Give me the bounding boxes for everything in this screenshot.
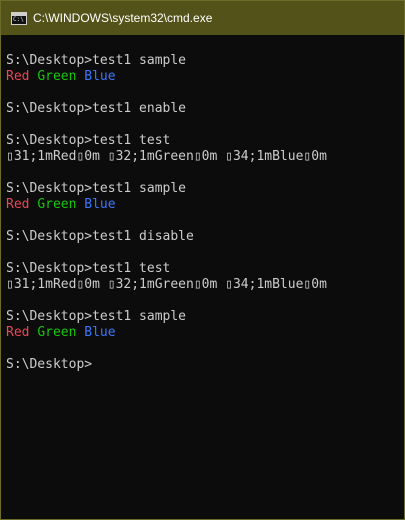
cmd-window: C:\ C:\WINDOWS\system32\cmd.exe S:\Deskt…: [0, 0, 405, 520]
console-colored-output-line: Red Green Blue: [6, 69, 403, 85]
color-word-red: Red: [6, 197, 30, 212]
console-prompt-line: S:\Desktop>test1 sample: [6, 53, 187, 68]
color-word-red: Red: [6, 69, 30, 84]
color-word-blue: Blue: [84, 197, 116, 212]
console-prompt-line: S:\Desktop>test1 sample: [6, 181, 187, 196]
color-word-green: Green: [37, 197, 77, 212]
console-app-icon[interactable]: C:\: [11, 11, 27, 25]
console-output[interactable]: S:\Desktop>test1 sample Red Green Blue S:\…: [2, 35, 403, 518]
console-prompt-line: S:\Desktop>test1 test: [6, 133, 171, 148]
console-escape-output-line: ▯31;1mRed▯0m ▯32;1mGreen▯0m ▯34;1mBlue▯0…: [6, 149, 327, 164]
console-escape-output-line: ▯31;1mRed▯0m ▯32;1mGreen▯0m ▯34;1mBlue▯0…: [6, 277, 327, 292]
window-title: C:\WINDOWS\system32\cmd.exe: [33, 11, 213, 25]
console-app-icon-glyph: C:\: [13, 15, 24, 23]
color-word-green: Green: [37, 325, 77, 340]
title-bar[interactable]: C:\ C:\WINDOWS\system32\cmd.exe: [1, 1, 404, 35]
color-word-green: Green: [37, 69, 77, 84]
console-prompt-line: S:\Desktop>: [6, 357, 93, 372]
color-word-blue: Blue: [84, 69, 116, 84]
console-colored-output-line: Red Green Blue: [6, 197, 403, 213]
color-word-blue: Blue: [84, 325, 116, 340]
console-prompt-line: S:\Desktop>test1 test: [6, 261, 171, 276]
console-prompt-line: S:\Desktop>test1 sample: [6, 309, 187, 324]
console-prompt-line: S:\Desktop>test1 enable: [6, 101, 187, 116]
console-prompt-line: S:\Desktop>test1 disable: [6, 229, 194, 244]
color-word-red: Red: [6, 325, 30, 340]
console-colored-output-line: Red Green Blue: [6, 325, 403, 341]
